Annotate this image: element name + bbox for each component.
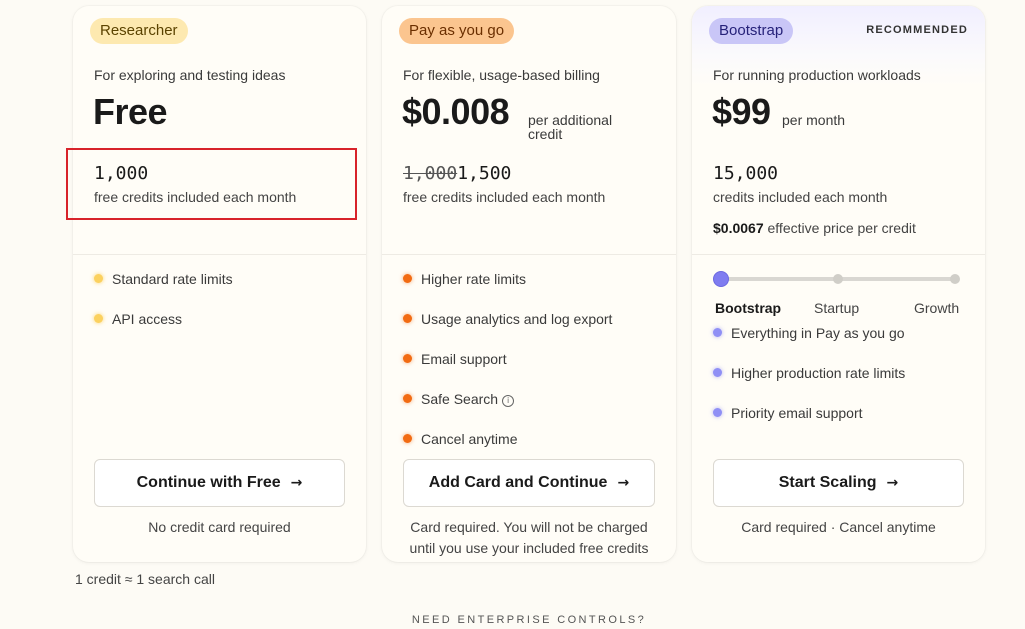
feature-label: Everything in Pay as you go bbox=[731, 325, 905, 341]
feature-list: Standard rate limits API access bbox=[94, 270, 356, 350]
tier-label-growth[interactable]: Growth bbox=[914, 300, 959, 316]
feature-item: Higher production rate limits bbox=[713, 364, 975, 404]
bullet-dot-icon bbox=[94, 314, 103, 323]
feature-item: Higher rate limits bbox=[403, 270, 666, 310]
add-card-and-continue-button[interactable]: Add Card and Continue → bbox=[403, 459, 655, 507]
feature-label: Cancel anytime bbox=[421, 431, 518, 447]
button-label: Continue with Free bbox=[136, 474, 281, 491]
credit-footnote: 1 credit ≈ 1 search call bbox=[75, 571, 215, 587]
bullet-dot-icon bbox=[713, 408, 722, 417]
bullet-dot-icon bbox=[403, 394, 412, 403]
cta-note: Card required. You will not be charged u… bbox=[392, 517, 666, 559]
bullet-dot-icon bbox=[403, 274, 412, 283]
bullet-dot-icon bbox=[403, 354, 412, 363]
plan-price: Free bbox=[93, 91, 168, 132]
plan-card-bootstrap: Bootstrap RECOMMENDED For running produc… bbox=[692, 6, 985, 562]
feature-label: Higher production rate limits bbox=[731, 365, 906, 381]
tier-label-bootstrap[interactable]: Bootstrap bbox=[715, 300, 781, 316]
credits-amount: 15,000 bbox=[713, 163, 779, 184]
feature-label: Safe Search bbox=[421, 391, 499, 407]
divider bbox=[382, 254, 676, 255]
feature-list: Everything in Pay as you go Higher produ… bbox=[713, 324, 975, 444]
feature-label: API access bbox=[112, 311, 183, 327]
price-note: per month bbox=[782, 112, 846, 128]
plan-price: $99 bbox=[712, 91, 771, 132]
effective-price-label: effective price per credit bbox=[767, 220, 916, 236]
feature-item: Standard rate limits bbox=[94, 270, 356, 310]
arrow-right-icon: → bbox=[886, 475, 899, 491]
divider bbox=[73, 254, 366, 255]
plan-price: $0.008 bbox=[402, 91, 510, 132]
arrow-right-icon: → bbox=[290, 475, 303, 491]
feature-item: Priority email support bbox=[713, 404, 975, 444]
feature-item: Email support bbox=[403, 350, 666, 390]
start-scaling-button[interactable]: Start Scaling → bbox=[713, 459, 964, 507]
cta-note-line2: until you use your included free credits bbox=[409, 540, 649, 556]
credits-amount: 1,0001,500 bbox=[403, 163, 511, 184]
credits-description: credits included each month bbox=[713, 189, 888, 205]
plan-subtitle: For flexible, usage-based billing bbox=[403, 67, 600, 83]
feature-list: Higher rate limits Usage analytics and l… bbox=[403, 270, 666, 470]
feature-label: Higher rate limits bbox=[421, 271, 527, 287]
effective-price-value: $0.0067 bbox=[713, 220, 764, 236]
tier-stop-startup[interactable] bbox=[833, 274, 843, 284]
continue-with-free-button[interactable]: Continue with Free → bbox=[94, 459, 345, 507]
bullet-dot-icon bbox=[713, 328, 722, 337]
plan-card-pay-as-you-go: Pay as you go For flexible, usage-based … bbox=[382, 6, 676, 562]
credits-description: free credits included each month bbox=[403, 189, 606, 205]
highlight-annotation-box bbox=[66, 148, 357, 220]
recommended-label: RECOMMENDED bbox=[866, 24, 968, 36]
bullet-dot-icon bbox=[713, 368, 722, 377]
feature-item: Safe Search i bbox=[403, 390, 666, 430]
tier-stop-growth[interactable] bbox=[950, 274, 960, 284]
feature-label: Standard rate limits bbox=[112, 271, 233, 287]
enterprise-heading: NEED ENTERPRISE CONTROLS? bbox=[411, 614, 647, 626]
plan-badge: Bootstrap bbox=[709, 18, 794, 44]
slider-handle[interactable] bbox=[713, 271, 729, 287]
effective-price: $0.0067 effective price per credit bbox=[713, 220, 916, 236]
bullet-dot-icon bbox=[403, 434, 412, 443]
feature-item: API access bbox=[94, 310, 356, 350]
bullet-dot-icon bbox=[403, 314, 412, 323]
plan-card-researcher: Researcher For exploring and testing ide… bbox=[73, 6, 366, 562]
tier-slider[interactable]: Bootstrap Startup Growth bbox=[713, 271, 963, 316]
tier-label-startup[interactable]: Startup bbox=[814, 300, 859, 316]
new-credits-amount: 1,500 bbox=[457, 163, 512, 184]
plan-subtitle: For exploring and testing ideas bbox=[94, 67, 286, 83]
plan-badge: Pay as you go bbox=[399, 18, 515, 44]
feature-label: Usage analytics and log export bbox=[421, 311, 613, 327]
feature-item: Usage analytics and log export bbox=[403, 310, 666, 350]
plan-badge: Researcher bbox=[90, 18, 188, 44]
old-credits-amount: 1,000 bbox=[403, 163, 458, 184]
arrow-right-icon: → bbox=[617, 475, 630, 491]
feature-item: Everything in Pay as you go bbox=[713, 324, 975, 364]
button-label: Add Card and Continue bbox=[428, 474, 608, 491]
info-icon[interactable]: i bbox=[502, 395, 515, 407]
price-note-line1: per additional bbox=[528, 112, 613, 128]
plan-subtitle: For running production workloads bbox=[713, 67, 921, 83]
cta-note: No credit card required bbox=[148, 519, 291, 535]
button-label: Start Scaling bbox=[778, 474, 877, 491]
feature-label: Email support bbox=[421, 351, 507, 367]
feature-label: Priority email support bbox=[731, 405, 863, 421]
pricing-page: Researcher For exploring and testing ide… bbox=[0, 0, 1025, 629]
divider bbox=[692, 254, 985, 255]
cta-note: Card required · Cancel anytime bbox=[741, 519, 936, 535]
cta-note-line1: Card required. You will not be charged bbox=[410, 519, 648, 535]
bullet-dot-icon bbox=[94, 274, 103, 283]
price-note-line2: credit bbox=[528, 126, 563, 142]
